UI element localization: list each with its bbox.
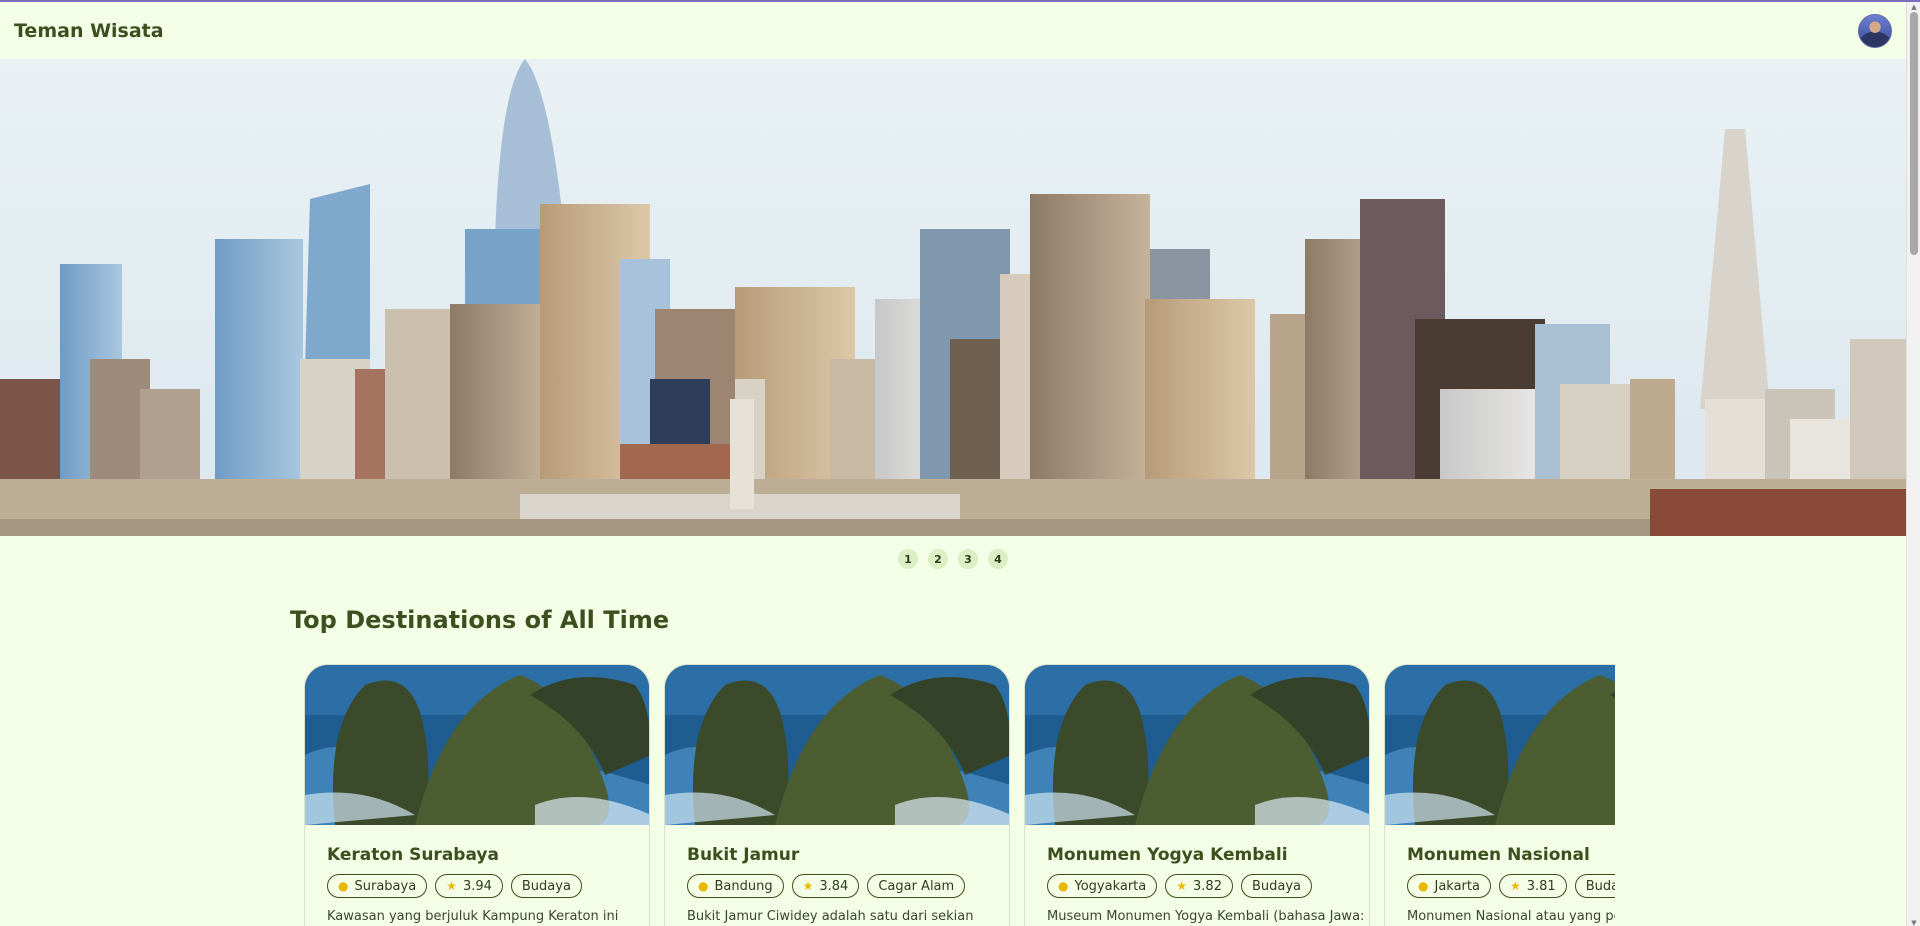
location-chip: ● Jakarta [1407,874,1491,898]
destination-description: Monumen Nasional atau yang popu [1407,909,1615,924]
location-pin-icon: ● [338,879,349,893]
scrollbar-thumb[interactable] [1910,12,1918,255]
destination-card[interactable]: Monumen Nasional ● Jakarta ★ 3.81 Budaya M… [1384,664,1615,926]
page-scrollbar[interactable]: ▲ ▼ [1906,2,1920,926]
carousel-pagination: 1 2 3 4 [0,549,1906,569]
location-pin-icon: ● [698,879,709,893]
destination-image [665,665,1009,825]
destination-title[interactable]: Keraton Surabaya [327,845,627,865]
star-icon: ★ [1509,879,1521,893]
location-label: Yogyakarta [1074,878,1147,894]
location-label: Bandung [714,878,773,894]
location-chip: ● Bandung [687,874,784,898]
location-pin-icon: ● [1058,879,1069,893]
carousel-dot-1[interactable]: 1 [898,549,918,569]
carousel-dot-4[interactable]: 4 [988,549,1008,569]
destination-card[interactable]: Keraton Surabaya ● Surabaya ★ 3.94 Budaya … [304,664,650,926]
rating-label: 3.82 [1193,878,1222,894]
destination-card[interactable]: Bukit Jamur ● Bandung ★ 3.84 Cagar Alam Bu… [664,664,1010,926]
destination-image [1385,665,1615,825]
rating-label: 3.84 [819,878,849,894]
location-chip: ● Surabaya [327,874,428,898]
destination-description: Bukit Jamur Ciwidey adalah satu dari sek… [687,909,974,924]
location-label: Surabaya [354,878,417,894]
category-chip: Budaya [1574,874,1615,898]
section-title: Top Destinations of All Time [290,606,670,634]
destination-card[interactable]: Monumen Yogya Kembali ● Yogyakarta ★ 3.82 … [1024,664,1370,926]
rating-label: 3.81 [1526,878,1556,894]
destination-image [1025,665,1369,825]
location-chip: ● Yogyakarta [1047,874,1158,898]
destination-title[interactable]: Monumen Nasional [1407,845,1615,865]
hero-carousel[interactable] [0,59,1906,536]
location-label: Jakarta [1434,878,1480,894]
star-icon: ★ [802,879,814,893]
rating-chip: ★ 3.84 [791,874,860,898]
destinations-carousel[interactable]: Keraton Surabaya ● Surabaya ★ 3.94 Budaya … [304,664,1615,926]
category-chip: Budaya [510,874,582,898]
scroll-down-icon[interactable]: ▼ [1907,918,1920,926]
navbar: Teman Wisata [0,2,1906,59]
carousel-dot-3[interactable]: 3 [958,549,978,569]
brand-title[interactable]: Teman Wisata [14,20,164,42]
carousel-dot-2[interactable]: 2 [928,549,948,569]
destination-title[interactable]: Monumen Yogya Kembali [1047,845,1347,865]
location-pin-icon: ● [1418,879,1429,893]
category-chip: Cagar Alam [867,874,966,898]
rating-chip: ★ 3.81 [1498,874,1567,898]
destination-image [305,665,649,825]
destination-description: Museum Monumen Yogya Kembali (bahasa Jaw… [1047,909,1365,924]
star-icon: ★ [1176,879,1188,893]
city-skyline-image [0,59,1906,536]
rating-label: 3.94 [462,878,492,894]
star-icon: ★ [446,879,457,893]
scroll-up-icon[interactable]: ▲ [1907,2,1920,12]
category-chip: Budaya [1240,874,1313,898]
rating-chip: ★ 3.82 [1165,874,1233,898]
destination-title[interactable]: Bukit Jamur [687,845,987,865]
destination-description: Kawasan yang berjuluk Kampung Keraton in… [327,909,619,924]
user-avatar-icon[interactable] [1858,13,1892,48]
rating-chip: ★ 3.94 [435,874,503,898]
